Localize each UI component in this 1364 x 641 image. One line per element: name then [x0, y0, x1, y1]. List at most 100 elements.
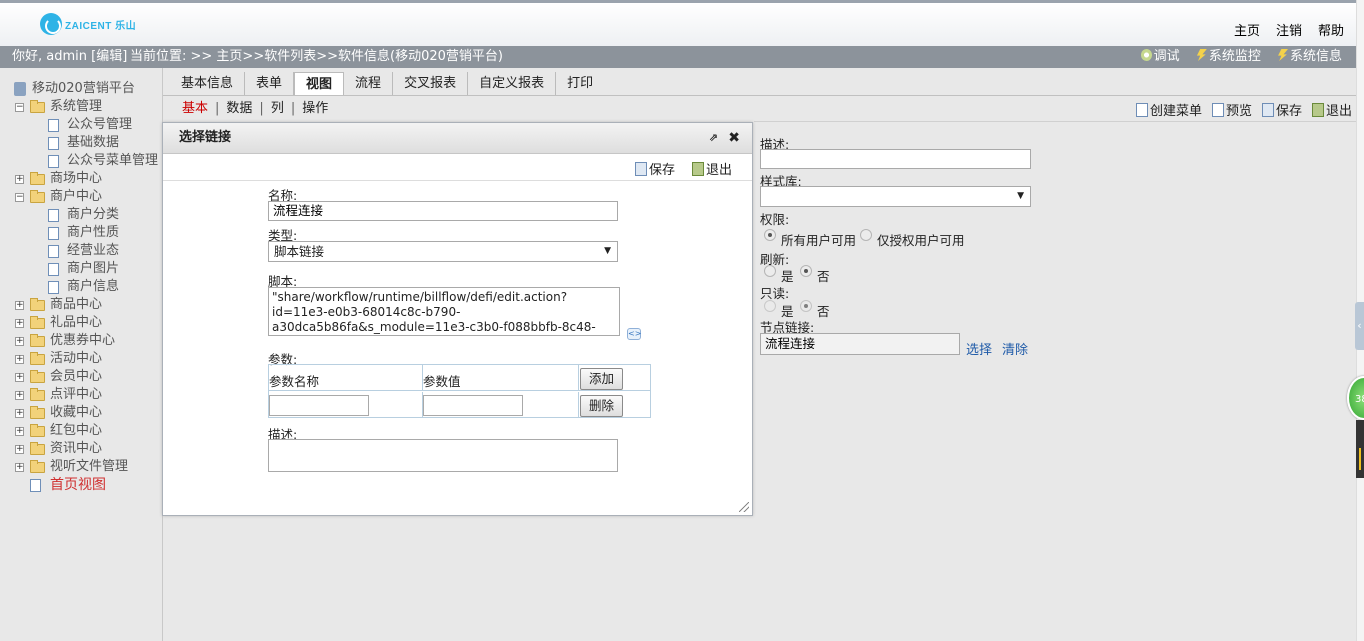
tree-leaf[interactable]: 经营业态 [0, 242, 162, 260]
floating-bar-widget [1356, 420, 1364, 478]
tab-print[interactable]: 打印 [556, 72, 604, 96]
page-icon [48, 119, 59, 132]
computer-icon [14, 82, 26, 96]
script-textarea[interactable]: "share/workflow/runtime/billflow/defi/ed… [268, 287, 620, 336]
tree-node[interactable]: + 点评中心 [0, 386, 162, 404]
readonly-no-radio[interactable] [800, 300, 812, 312]
tree-leaf-homepage-view[interactable]: 首页视图 [0, 476, 162, 494]
page-icon [48, 263, 59, 276]
tree-node[interactable]: + 收藏中心 [0, 404, 162, 422]
tree-node[interactable]: + 商场中心 [0, 170, 162, 188]
folder-icon [30, 442, 45, 455]
page-icon [48, 155, 59, 168]
subtab-data[interactable]: 数据 [226, 101, 252, 116]
tree-leaf[interactable]: 商户性质 [0, 224, 162, 242]
node-link-input[interactable]: 流程连接 [760, 333, 960, 355]
tab-form[interactable]: 表单 [245, 72, 295, 96]
expand-icon[interactable]: + [15, 445, 24, 454]
tree-node[interactable]: + 视听文件管理 [0, 458, 162, 476]
perm-auth-radio[interactable] [860, 229, 872, 241]
floating-ball-widget[interactable]: 38 [1347, 376, 1364, 420]
user-greeting[interactable]: 你好, admin [编辑] [12, 46, 127, 68]
tree-node[interactable]: + 红包中心 [0, 422, 162, 440]
debug-button[interactable]: 调试 [1140, 49, 1180, 64]
tree-node[interactable]: + 活动中心 [0, 350, 162, 368]
tree-leaf[interactable]: 基础数据 [0, 134, 162, 152]
script-editor-icon[interactable]: <> [627, 328, 641, 340]
close-icon[interactable]: ✖ [728, 123, 740, 153]
right-desc-input[interactable] [760, 149, 1031, 169]
tree-node[interactable]: + 礼品中心 [0, 314, 162, 332]
expand-icon[interactable]: + [15, 373, 24, 382]
tree-node[interactable]: + 优惠券中心 [0, 332, 162, 350]
tree-node[interactable]: + 商品中心 [0, 296, 162, 314]
tree-leaf[interactable]: 公众号管理 [0, 116, 162, 134]
expand-icon[interactable]: + [15, 337, 24, 346]
tab-view[interactable]: 视图 [294, 72, 345, 96]
name-input[interactable]: 流程连接 [268, 201, 618, 221]
tree-root[interactable]: 移动020营销平台 [0, 80, 162, 98]
select-link[interactable]: 选择 [966, 339, 992, 358]
expand-icon[interactable]: + [15, 355, 24, 364]
subtab-actions[interactable]: 操作 [302, 101, 328, 116]
expand-icon[interactable]: + [15, 319, 24, 328]
system-info-button[interactable]: 系统信息 [1277, 49, 1342, 64]
style-lib-select[interactable]: ▼ [760, 186, 1031, 207]
tree-node-system[interactable]: − 系统管理 [0, 98, 162, 116]
param-name-input[interactable] [269, 395, 369, 416]
tree-leaf[interactable]: 公众号菜单管理 [0, 152, 162, 170]
tree-leaf[interactable]: 商户信息 [0, 278, 162, 296]
exit-button[interactable]: 退出 [1311, 100, 1352, 119]
preview-button[interactable]: 预览 [1211, 100, 1252, 119]
folder-icon [30, 370, 45, 383]
home-link[interactable]: 主页 [1234, 24, 1260, 39]
param-value-input[interactable] [423, 395, 523, 416]
tree-leaf[interactable]: 商户分类 [0, 206, 162, 224]
readonly-yes-radio[interactable] [764, 300, 776, 312]
expand-icon[interactable]: + [15, 301, 24, 310]
system-monitor-button[interactable]: 系统监控 [1196, 49, 1261, 64]
tree-leaf[interactable]: 商户图片 [0, 260, 162, 278]
popout-icon[interactable]: ⇗ [709, 123, 718, 153]
collapse-icon[interactable]: − [15, 103, 24, 112]
top-header: ZAICENT 乐山 主页 注销 帮助 [0, 0, 1364, 46]
dialog-desc-textarea[interactable] [268, 439, 618, 472]
folder-icon [30, 352, 45, 365]
readonly-label: 只读: [760, 286, 790, 301]
logout-link[interactable]: 注销 [1276, 24, 1302, 39]
tree-node[interactable]: + 资讯中心 [0, 440, 162, 458]
perm-all-radio[interactable] [764, 229, 776, 241]
gear-icon [1140, 49, 1152, 61]
info-bar: 你好, admin [编辑] 当前位置: >> 主页>>软件列表>>软件信息(移… [0, 46, 1356, 68]
clear-link[interactable]: 清除 [1002, 339, 1028, 358]
subtab-basic[interactable]: 基本 [182, 101, 208, 116]
help-link[interactable]: 帮助 [1318, 24, 1344, 39]
tree-node[interactable]: + 会员中心 [0, 368, 162, 386]
expand-icon[interactable]: + [15, 175, 24, 184]
dialog-exit-button[interactable]: 退出 [692, 159, 732, 178]
save-button[interactable]: 保存 [1261, 100, 1302, 119]
expand-icon[interactable]: + [15, 463, 24, 472]
tree-node[interactable]: − 商户中心 [0, 188, 162, 206]
side-collapse-tab[interactable]: ‹ [1355, 302, 1364, 350]
collapse-icon[interactable]: − [15, 193, 24, 202]
resize-handle[interactable] [739, 502, 749, 512]
create-menu-button[interactable]: 创建菜单 [1135, 100, 1202, 119]
expand-icon[interactable]: + [15, 391, 24, 400]
lightning-icon [1278, 49, 1288, 61]
delete-param-button[interactable]: 删除 [580, 395, 623, 417]
tab-flow[interactable]: 流程 [344, 72, 394, 96]
param-name-header: 参数名称 [269, 374, 320, 389]
tab-custom-report[interactable]: 自定义报表 [468, 72, 557, 96]
dialog-save-button[interactable]: 保存 [635, 159, 675, 178]
tab-basic-info[interactable]: 基本信息 [170, 72, 246, 96]
refresh-no-radio[interactable] [800, 265, 812, 277]
tab-cross-report[interactable]: 交叉报表 [393, 72, 469, 96]
expand-icon[interactable]: + [15, 427, 24, 436]
refresh-yes-radio[interactable] [764, 265, 776, 277]
expand-icon[interactable]: + [15, 409, 24, 418]
main-tabs: 基本信息 表单 视图 流程 交叉报表 自定义报表 打印 [170, 72, 604, 96]
subtab-columns[interactable]: 列 [271, 101, 284, 116]
type-select[interactable]: 脚本链接 ▼ [268, 241, 618, 262]
add-param-button[interactable]: 添加 [580, 368, 623, 390]
